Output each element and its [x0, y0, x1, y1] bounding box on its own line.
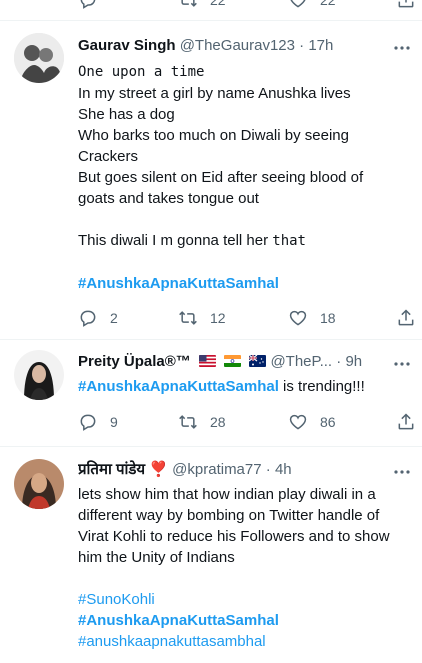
display-name[interactable]: Gaurav Singh — [78, 37, 176, 54]
separator: · — [336, 353, 342, 370]
display-name[interactable]: Preity Üpala®™ — [78, 353, 191, 370]
text-segment: This diwali I m gonna tell her — [78, 232, 273, 249]
reply-count: 2 — [110, 310, 118, 326]
heart-icon — [289, 414, 307, 430]
reply-icon — [80, 414, 96, 431]
timestamp[interactable]: 4h — [275, 461, 292, 478]
avatar-image — [14, 350, 64, 400]
more-options-icon[interactable] — [392, 354, 412, 374]
more-options-icon[interactable] — [392, 38, 412, 58]
tweet-actions: 9 28 86 — [78, 410, 418, 434]
text-line: She has a dog — [78, 106, 175, 123]
australia-flag-icon — [249, 355, 267, 367]
tweet-text: #AnushkaApnaKuttaSamhal is trending!!! — [78, 376, 404, 397]
reply-button[interactable]: 2 — [78, 306, 118, 330]
text-line: him the Unity of Indians — [78, 549, 235, 566]
avatar-image — [14, 459, 64, 509]
share-button[interactable] — [396, 410, 422, 434]
retweet-count: 28 — [210, 414, 226, 430]
avatar[interactable] — [14, 459, 64, 509]
tweet-gaurav-singh[interactable]: Gaurav Singh @TheGaurav123 · 17h One upo… — [0, 21, 422, 340]
like-button[interactable]: 18 — [288, 306, 336, 330]
like-button[interactable]: 86 — [288, 410, 336, 434]
heart-exclamation-emoji: ❣️ — [149, 461, 168, 478]
text-segment: is trending!!! — [278, 378, 365, 395]
tweet-text: lets show him that how indian play diwal… — [78, 484, 404, 652]
retweet-icon — [179, 311, 197, 325]
timestamp[interactable]: 9h — [345, 353, 362, 370]
share-button[interactable] — [396, 0, 422, 12]
separator: · — [265, 461, 271, 478]
like-count: 22 — [320, 0, 336, 8]
retweet-count: 22 — [210, 0, 226, 8]
hashtag-link[interactable]: #AnushkaApnaKuttaSamhal — [78, 378, 279, 395]
handle[interactable]: @kpratima77 — [172, 461, 261, 478]
hashtag-link[interactable]: #AnushkaApnaKuttaSamhal — [78, 610, 404, 631]
share-icon — [398, 309, 414, 326]
previous-tweet-actions: 22 22 — [78, 0, 418, 12]
retweet-count: 12 — [210, 310, 226, 326]
like-count: 86 — [320, 414, 336, 430]
more-options-icon[interactable] — [392, 462, 412, 482]
text-line: lets show him that how indian play diwal… — [78, 486, 376, 503]
tweet-pratima-pandey[interactable]: प्रतिमा पांडेय ❣️ @kpratima77 · 4h lets … — [0, 447, 422, 663]
avatar-image — [14, 33, 64, 83]
avatar[interactable] — [14, 33, 64, 83]
heart-icon — [289, 310, 307, 326]
tweet-header: Preity Üpala®™ @TheP... · 9h — [78, 352, 386, 372]
share-button[interactable] — [396, 306, 422, 330]
text-line: Who barks too much on Diwali by seeing — [78, 127, 349, 144]
hashtag-link[interactable]: #anushkaapnakuttasambhal — [78, 631, 404, 652]
reply-button[interactable] — [78, 0, 110, 12]
like-button[interactable]: 22 — [288, 0, 336, 12]
tweet-preity-upala[interactable]: Preity Üpala®™ @TheP... · 9h #AnushkaApn… — [0, 340, 422, 447]
text-line: One upon a time — [78, 64, 205, 80]
timestamp[interactable]: 17h — [308, 37, 333, 54]
hashtag-link[interactable]: #SunoKohli — [78, 589, 404, 610]
tweet-header: Gaurav Singh @TheGaurav123 · 17h — [78, 36, 386, 56]
tweet-actions: 2 12 18 — [78, 306, 418, 330]
avatar[interactable] — [14, 350, 64, 400]
handle[interactable]: @TheGaurav123 — [180, 37, 295, 54]
retweet-button[interactable]: 22 — [178, 0, 226, 12]
heart-icon — [290, 0, 306, 8]
text-line: But goes silent on Eid after seeing bloo… — [78, 169, 364, 186]
tweet-text: One upon a time In my street a girl by n… — [78, 62, 404, 294]
text-line: Crackers — [78, 148, 139, 165]
share-icon — [398, 413, 414, 430]
handle[interactable]: @TheP... — [270, 353, 332, 370]
hashtag-link[interactable]: #AnushkaApnaKuttaSamhal — [78, 273, 404, 294]
share-icon — [398, 0, 414, 8]
text-line: goats and takes tongue out — [78, 190, 259, 207]
reply-count: 9 — [110, 414, 118, 430]
retweet-icon — [179, 415, 197, 429]
display-name[interactable]: प्रतिमा पांडेय — [78, 461, 145, 478]
text-segment-mono: that — [272, 233, 306, 249]
text-line: different way by bombing on Twitter hand… — [78, 507, 380, 524]
retweet-button[interactable]: 28 — [178, 410, 226, 434]
reply-button[interactable]: 9 — [78, 410, 118, 434]
retweet-button[interactable]: 12 — [178, 306, 226, 330]
reply-icon — [80, 0, 96, 9]
text-line: In my street a girl by name Anushka live… — [78, 85, 351, 102]
reply-icon — [80, 310, 96, 327]
india-flag-icon — [224, 355, 242, 367]
like-count: 18 — [320, 310, 336, 326]
separator: · — [299, 37, 305, 54]
retweet-icon — [181, 0, 197, 7]
tweet-header: प्रतिमा पांडेय ❣️ @kpratima77 · 4h — [78, 460, 386, 480]
text-line: Virat Kohli to reduce his Followers and … — [78, 528, 390, 545]
text-line: This diwali I m gonna tell her that — [78, 230, 404, 252]
text-line: #AnushkaApnaKuttaSamhal is trending!!! — [78, 376, 404, 397]
usa-flag-icon — [198, 355, 216, 367]
